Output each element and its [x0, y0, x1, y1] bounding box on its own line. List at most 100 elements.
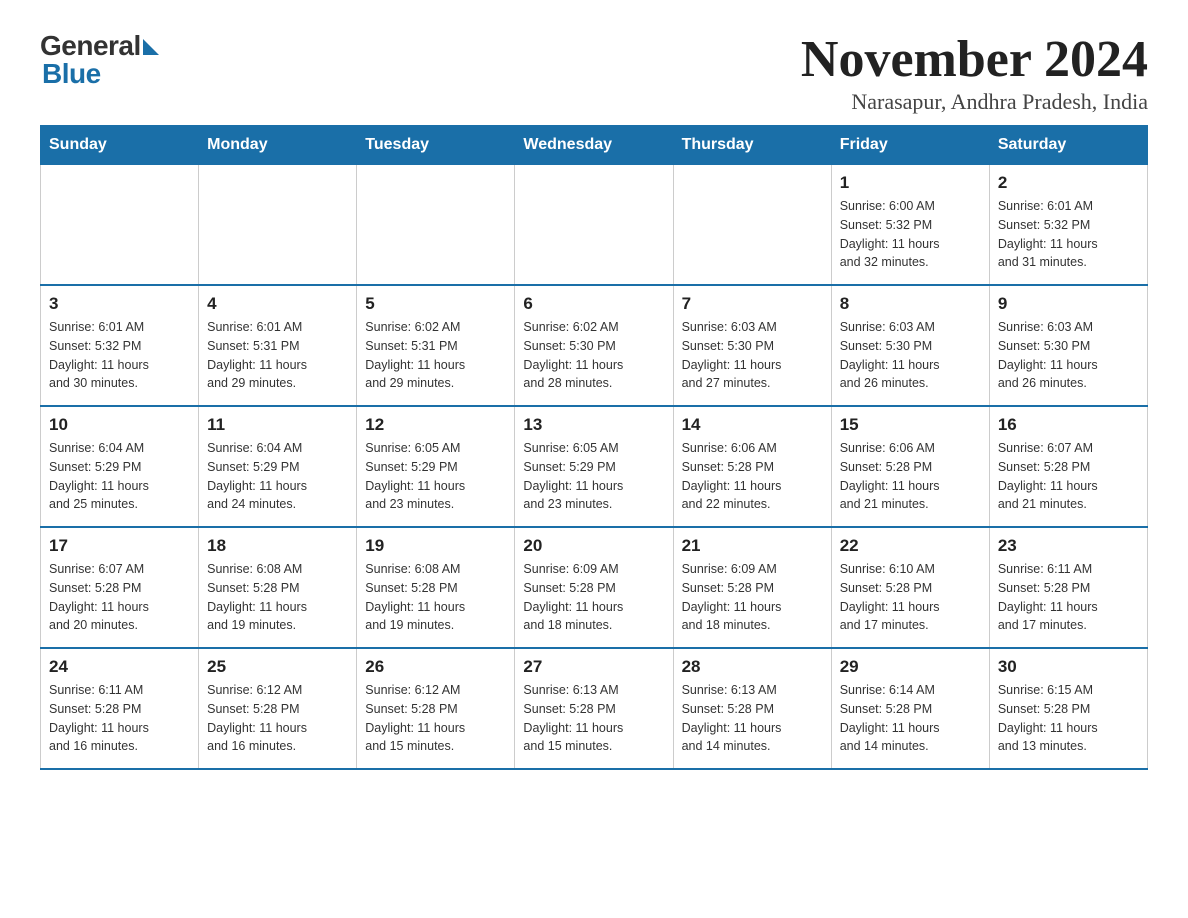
day-number: 4	[207, 294, 348, 314]
day-info: Sunrise: 6:02 AM Sunset: 5:31 PM Dayligh…	[365, 318, 506, 393]
calendar-cell: 2 Sunrise: 6:01 AM Sunset: 5:32 PM Daylig…	[989, 165, 1147, 286]
calendar-cell: 26 Sunrise: 6:12 AM Sunset: 5:28 PM Dayli…	[357, 648, 515, 769]
day-number: 24	[49, 657, 190, 677]
day-info: Sunrise: 6:06 AM Sunset: 5:28 PM Dayligh…	[840, 439, 981, 514]
weekday-header-monday: Monday	[199, 126, 357, 165]
day-info: Sunrise: 6:03 AM Sunset: 5:30 PM Dayligh…	[682, 318, 823, 393]
day-number: 29	[840, 657, 981, 677]
calendar-cell: 20 Sunrise: 6:09 AM Sunset: 5:28 PM Dayli…	[515, 527, 673, 648]
month-year-title: November 2024	[801, 30, 1148, 89]
calendar-cell: 15 Sunrise: 6:06 AM Sunset: 5:28 PM Dayli…	[831, 406, 989, 527]
day-number: 2	[998, 173, 1139, 193]
day-number: 25	[207, 657, 348, 677]
logo: General Blue	[40, 30, 159, 90]
day-info: Sunrise: 6:09 AM Sunset: 5:28 PM Dayligh…	[523, 560, 664, 635]
day-number: 23	[998, 536, 1139, 556]
day-number: 14	[682, 415, 823, 435]
day-info: Sunrise: 6:01 AM Sunset: 5:32 PM Dayligh…	[49, 318, 190, 393]
calendar-cell: 5 Sunrise: 6:02 AM Sunset: 5:31 PM Daylig…	[357, 285, 515, 406]
day-info: Sunrise: 6:04 AM Sunset: 5:29 PM Dayligh…	[49, 439, 190, 514]
calendar-cell: 21Sunrise: 6:09 AM Sunset: 5:28 PM Dayli…	[673, 527, 831, 648]
calendar-cell: 27Sunrise: 6:13 AM Sunset: 5:28 PM Dayli…	[515, 648, 673, 769]
day-number: 26	[365, 657, 506, 677]
calendar-cell: 29 Sunrise: 6:14 AM Sunset: 5:28 PM Dayli…	[831, 648, 989, 769]
day-info: Sunrise: 6:00 AM Sunset: 5:32 PM Dayligh…	[840, 197, 981, 272]
calendar-cell: 19 Sunrise: 6:08 AM Sunset: 5:28 PM Dayli…	[357, 527, 515, 648]
calendar-cell: 12 Sunrise: 6:05 AM Sunset: 5:29 PM Dayli…	[357, 406, 515, 527]
day-info: Sunrise: 6:14 AM Sunset: 5:28 PM Dayligh…	[840, 681, 981, 756]
day-number: 13	[523, 415, 664, 435]
calendar-week-5: 24 Sunrise: 6:11 AM Sunset: 5:28 PM Dayli…	[41, 648, 1148, 769]
day-info: Sunrise: 6:12 AM Sunset: 5:28 PM Dayligh…	[207, 681, 348, 756]
day-number: 9	[998, 294, 1139, 314]
calendar-cell	[673, 165, 831, 286]
calendar-cell: 17Sunrise: 6:07 AM Sunset: 5:28 PM Dayli…	[41, 527, 199, 648]
day-info: Sunrise: 6:15 AM Sunset: 5:28 PM Dayligh…	[998, 681, 1139, 756]
day-number: 20	[523, 536, 664, 556]
title-area: November 2024 Narasapur, Andhra Pradesh,…	[801, 30, 1148, 115]
day-number: 1	[840, 173, 981, 193]
day-number: 27	[523, 657, 664, 677]
day-number: 11	[207, 415, 348, 435]
weekday-header-row: SundayMondayTuesdayWednesdayThursdayFrid…	[41, 126, 1148, 165]
day-info: Sunrise: 6:11 AM Sunset: 5:28 PM Dayligh…	[998, 560, 1139, 635]
day-info: Sunrise: 6:12 AM Sunset: 5:28 PM Dayligh…	[365, 681, 506, 756]
day-info: Sunrise: 6:13 AM Sunset: 5:28 PM Dayligh…	[682, 681, 823, 756]
day-info: Sunrise: 6:04 AM Sunset: 5:29 PM Dayligh…	[207, 439, 348, 514]
calendar-cell: 8 Sunrise: 6:03 AM Sunset: 5:30 PM Daylig…	[831, 285, 989, 406]
day-number: 8	[840, 294, 981, 314]
calendar-cell: 13 Sunrise: 6:05 AM Sunset: 5:29 PM Dayli…	[515, 406, 673, 527]
day-info: Sunrise: 6:06 AM Sunset: 5:28 PM Dayligh…	[682, 439, 823, 514]
calendar-week-2: 3 Sunrise: 6:01 AM Sunset: 5:32 PM Daylig…	[41, 285, 1148, 406]
calendar-cell: 18 Sunrise: 6:08 AM Sunset: 5:28 PM Dayli…	[199, 527, 357, 648]
calendar-week-1: 1 Sunrise: 6:00 AM Sunset: 5:32 PM Daylig…	[41, 165, 1148, 286]
day-number: 19	[365, 536, 506, 556]
page-header: General Blue November 2024 Narasapur, An…	[40, 30, 1148, 115]
calendar-cell: 11 Sunrise: 6:04 AM Sunset: 5:29 PM Dayli…	[199, 406, 357, 527]
weekday-header-wednesday: Wednesday	[515, 126, 673, 165]
weekday-header-saturday: Saturday	[989, 126, 1147, 165]
day-info: Sunrise: 6:02 AM Sunset: 5:30 PM Dayligh…	[523, 318, 664, 393]
logo-triangle-icon	[143, 39, 159, 55]
day-number: 3	[49, 294, 190, 314]
day-number: 12	[365, 415, 506, 435]
calendar-cell: 4 Sunrise: 6:01 AM Sunset: 5:31 PM Daylig…	[199, 285, 357, 406]
weekday-header-sunday: Sunday	[41, 126, 199, 165]
day-info: Sunrise: 6:01 AM Sunset: 5:31 PM Dayligh…	[207, 318, 348, 393]
calendar-cell: 16Sunrise: 6:07 AM Sunset: 5:28 PM Dayli…	[989, 406, 1147, 527]
calendar-cell: 10 Sunrise: 6:04 AM Sunset: 5:29 PM Dayli…	[41, 406, 199, 527]
calendar-cell	[41, 165, 199, 286]
day-info: Sunrise: 6:03 AM Sunset: 5:30 PM Dayligh…	[998, 318, 1139, 393]
day-number: 10	[49, 415, 190, 435]
logo-blue-text: Blue	[40, 58, 159, 90]
calendar-cell: 6Sunrise: 6:02 AM Sunset: 5:30 PM Daylig…	[515, 285, 673, 406]
day-info: Sunrise: 6:08 AM Sunset: 5:28 PM Dayligh…	[365, 560, 506, 635]
day-number: 15	[840, 415, 981, 435]
calendar-cell	[515, 165, 673, 286]
calendar-cell: 24 Sunrise: 6:11 AM Sunset: 5:28 PM Dayli…	[41, 648, 199, 769]
calendar-cell	[357, 165, 515, 286]
day-number: 18	[207, 536, 348, 556]
day-info: Sunrise: 6:09 AM Sunset: 5:28 PM Dayligh…	[682, 560, 823, 635]
day-number: 5	[365, 294, 506, 314]
day-info: Sunrise: 6:10 AM Sunset: 5:28 PM Dayligh…	[840, 560, 981, 635]
location-subtitle: Narasapur, Andhra Pradesh, India	[801, 89, 1148, 115]
calendar-cell: 9 Sunrise: 6:03 AM Sunset: 5:30 PM Daylig…	[989, 285, 1147, 406]
day-info: Sunrise: 6:03 AM Sunset: 5:30 PM Dayligh…	[840, 318, 981, 393]
day-number: 22	[840, 536, 981, 556]
day-info: Sunrise: 6:08 AM Sunset: 5:28 PM Dayligh…	[207, 560, 348, 635]
calendar-cell: 23 Sunrise: 6:11 AM Sunset: 5:28 PM Dayli…	[989, 527, 1147, 648]
day-info: Sunrise: 6:05 AM Sunset: 5:29 PM Dayligh…	[523, 439, 664, 514]
calendar-week-4: 17Sunrise: 6:07 AM Sunset: 5:28 PM Dayli…	[41, 527, 1148, 648]
day-number: 28	[682, 657, 823, 677]
weekday-header-thursday: Thursday	[673, 126, 831, 165]
day-info: Sunrise: 6:11 AM Sunset: 5:28 PM Dayligh…	[49, 681, 190, 756]
day-number: 16	[998, 415, 1139, 435]
calendar-table: SundayMondayTuesdayWednesdayThursdayFrid…	[40, 125, 1148, 770]
day-info: Sunrise: 6:05 AM Sunset: 5:29 PM Dayligh…	[365, 439, 506, 514]
calendar-cell: 30Sunrise: 6:15 AM Sunset: 5:28 PM Dayli…	[989, 648, 1147, 769]
day-number: 7	[682, 294, 823, 314]
day-info: Sunrise: 6:01 AM Sunset: 5:32 PM Dayligh…	[998, 197, 1139, 272]
day-info: Sunrise: 6:07 AM Sunset: 5:28 PM Dayligh…	[49, 560, 190, 635]
calendar-cell: 22 Sunrise: 6:10 AM Sunset: 5:28 PM Dayli…	[831, 527, 989, 648]
